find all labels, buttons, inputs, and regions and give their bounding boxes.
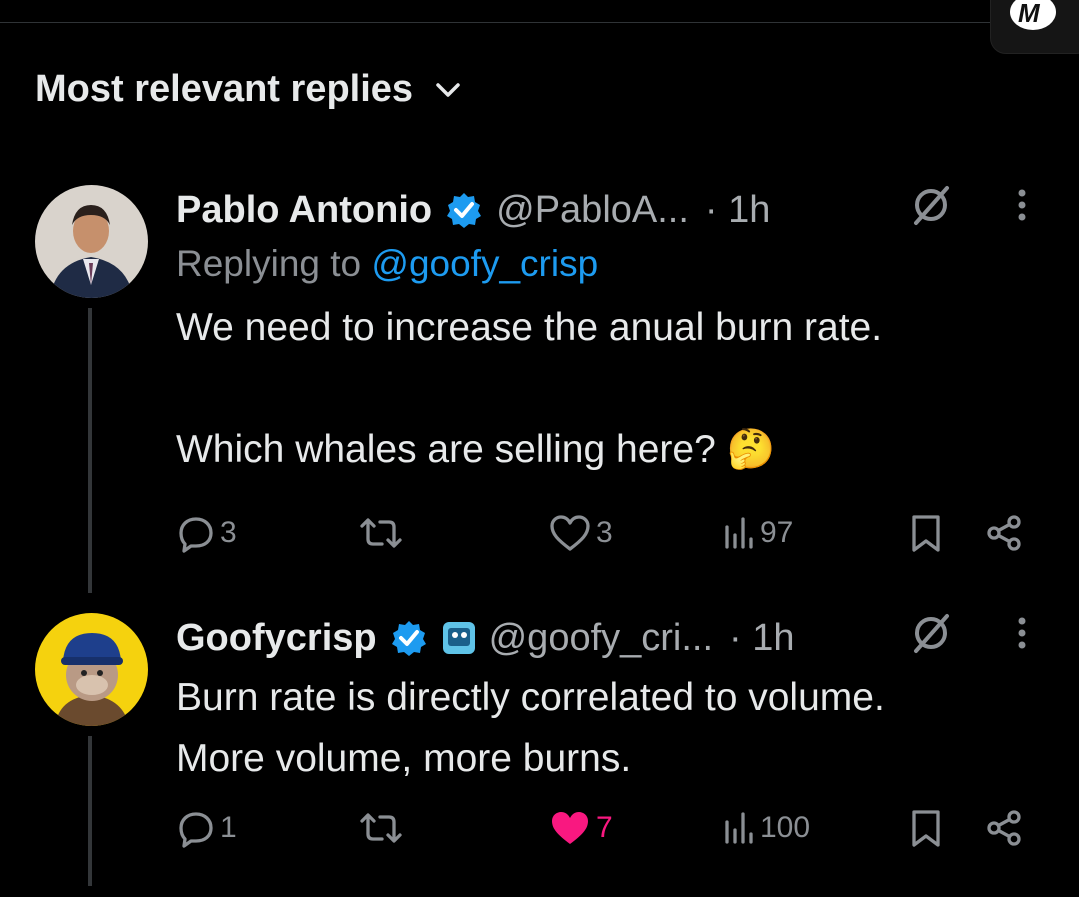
reply-card[interactable]: Goofycrisp @goofy_cri... · 1h Burn rate … xyxy=(0,613,1079,897)
bookmark-button[interactable] xyxy=(909,513,943,553)
top-divider xyxy=(0,22,990,23)
share-icon xyxy=(987,515,1021,551)
sort-replies-dropdown[interactable]: Most relevant replies xyxy=(35,68,461,111)
grok-icon[interactable] xyxy=(906,180,956,240)
reply-icon xyxy=(179,517,213,553)
bookmark-button[interactable] xyxy=(909,808,943,848)
view-count: 97 xyxy=(760,516,794,549)
reply-text: Burn rate is directly correlated to volu… xyxy=(176,667,1049,789)
views-icon xyxy=(725,812,753,844)
user-handle[interactable]: @goofy_cri... xyxy=(489,617,713,660)
reply-text-line: We need to increase the anual burn rate. xyxy=(176,306,883,349)
reply-text-line: More volume, more burns. xyxy=(176,737,632,780)
user-handle[interactable]: @PabloA... xyxy=(496,189,689,232)
repost-button[interactable] xyxy=(358,808,404,848)
avatar[interactable] xyxy=(35,613,148,726)
avatar[interactable] xyxy=(35,185,148,298)
action-bar: 3 3 97 xyxy=(0,513,1079,563)
reply-button[interactable]: 1 xyxy=(176,808,237,848)
more-options-icon[interactable] xyxy=(1014,613,1030,663)
share-button[interactable] xyxy=(984,513,1024,553)
views-button[interactable]: 100 xyxy=(722,808,810,848)
share-icon xyxy=(987,810,1021,846)
views-button[interactable]: 97 xyxy=(722,513,793,553)
bookmark-icon xyxy=(912,810,940,847)
share-button[interactable] xyxy=(984,808,1024,848)
affiliate-badge-icon[interactable] xyxy=(441,620,477,656)
views-icon xyxy=(725,517,753,549)
verified-badge-icon xyxy=(444,190,484,230)
verified-badge-icon xyxy=(389,618,429,658)
heart-filled-icon xyxy=(552,812,588,844)
more-options-icon[interactable] xyxy=(1014,185,1030,235)
bookmark-icon xyxy=(912,515,940,552)
reply-icon xyxy=(179,812,213,848)
reply-button[interactable]: 3 xyxy=(176,513,237,553)
replying-to-prefix: Replying to xyxy=(176,243,372,284)
reply-count: 3 xyxy=(220,516,237,549)
display-name[interactable]: Pablo Antonio xyxy=(176,189,432,232)
mention-link[interactable]: @goofy_crisp xyxy=(371,243,598,284)
timestamp[interactable]: · 1h xyxy=(729,617,794,660)
like-count: 3 xyxy=(596,516,613,549)
like-button[interactable]: 7 xyxy=(548,808,613,848)
sort-label: Most relevant replies xyxy=(35,68,414,110)
display-name[interactable]: Goofycrisp xyxy=(176,617,377,660)
reply-count: 1 xyxy=(220,811,237,844)
like-button[interactable]: 3 xyxy=(548,513,613,553)
chevron-down-icon xyxy=(436,82,460,97)
repost-icon xyxy=(360,518,402,548)
like-count: 7 xyxy=(596,811,613,844)
heart-icon xyxy=(550,515,590,551)
grok-icon[interactable] xyxy=(906,608,956,668)
reply-text-line: Which whales are selling here? 🤔 xyxy=(176,428,776,471)
repost-button[interactable] xyxy=(358,513,404,553)
replying-to: Replying to @goofy_crisp xyxy=(176,243,1049,285)
view-count: 100 xyxy=(760,811,811,844)
reply-text: We need to increase the anual burn rate.… xyxy=(176,297,1049,480)
action-bar: 1 7 100 xyxy=(0,808,1079,858)
repost-icon xyxy=(360,813,402,843)
reply-card[interactable]: Pablo Antonio @PabloA... · 1h Replying t… xyxy=(0,185,1079,593)
reply-text-line: Burn rate is directly correlated to volu… xyxy=(176,676,885,719)
timestamp[interactable]: · 1h xyxy=(705,189,770,232)
